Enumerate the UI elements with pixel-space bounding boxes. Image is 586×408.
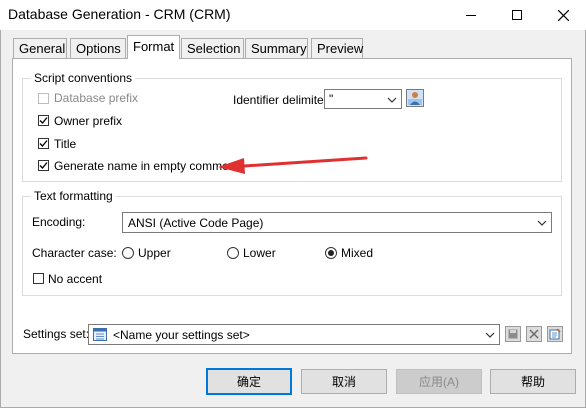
save-settings-button[interactable] [505,326,521,342]
tab-label: Summary [251,41,307,56]
tab-selection[interactable]: Selection [181,38,244,58]
settings-set-label: Settings set: [23,327,90,341]
case-upper-label: Upper [138,246,171,260]
cancel-button-label: 取消 [331,375,356,389]
minimize-button[interactable] [448,0,494,30]
database-prefix-checkbox[interactable] [38,93,49,104]
encoding-label: Encoding: [32,215,86,229]
generate-name-label: Generate name in empty comment [54,159,239,173]
tab-label: Preview [317,41,364,56]
check-icon [39,140,48,147]
minimize-icon [466,14,476,16]
settings-set-select[interactable]: <Name your settings set> [88,324,500,345]
help-button[interactable]: 帮助 [490,369,576,394]
encoding-select[interactable]: ANSI (Active Code Page) [122,212,552,233]
maximize-icon [512,10,522,20]
title-label: Title [54,137,77,151]
tab-label: Options [76,41,121,56]
case-lower-label: Lower [243,246,276,260]
tab-preview[interactable]: Preview [311,38,363,58]
identifier-delimiter-select[interactable]: " [324,89,402,109]
tab-options[interactable]: Options [70,38,126,58]
user-properties-icon [408,92,422,105]
text-formatting-legend: Text formatting [31,189,116,203]
tab-label: General [19,41,66,56]
no-accent-checkbox[interactable] [33,273,44,284]
identifier-delimiter-label: Identifier delimiter: [233,93,332,107]
identifier-delimiter-value: " [329,92,334,106]
encoding-value: ANSI (Active Code Page) [128,216,264,230]
ok-button[interactable]: 确定 [206,368,292,395]
database-prefix-label: Database prefix [54,91,139,105]
script-conventions-legend: Script conventions [31,71,136,85]
apply-button[interactable]: 应用(A) [396,369,482,394]
annotation-arrow-icon [218,156,368,174]
no-accent-label: No accent [48,272,103,286]
delete-icon [529,329,539,339]
generate-name-checkbox[interactable] [38,160,49,171]
tab-summary[interactable]: Summary [245,38,308,58]
owner-prefix-label: Owner prefix [54,114,123,128]
chevron-down-icon [485,332,495,338]
character-case-label: Character case: [32,246,117,260]
check-icon [39,162,48,169]
tab-general[interactable]: General [13,38,67,58]
tab-label: Format [133,39,175,54]
close-button[interactable] [540,0,586,30]
chevron-down-icon [537,220,547,226]
case-mixed-label: Mixed [341,246,374,260]
tab-format[interactable]: Format [127,35,180,59]
owner-prefix-checkbox[interactable] [38,115,49,126]
case-upper-radio[interactable] [122,247,134,259]
chevron-down-icon [387,97,397,103]
edit-settings-icon [549,328,561,340]
cancel-button[interactable]: 取消 [301,369,387,394]
identifier-delimiter-picker-button[interactable] [406,89,424,107]
title-bar[interactable]: Database Generation - CRM (CRM) [0,0,586,30]
help-button-label: 帮助 [520,375,545,389]
apply-button-label: 应用(A) [419,375,459,389]
radio-selected-dot [328,250,334,256]
maximize-button[interactable] [494,0,540,30]
case-mixed-radio[interactable] [325,247,337,259]
close-icon [557,9,569,21]
tab-label: Selection [187,41,241,56]
delete-settings-button[interactable] [526,326,542,342]
ok-button-label: 确定 [236,375,261,389]
settings-set-value: <Name your settings set> [113,328,250,342]
check-icon [39,117,48,124]
title-checkbox[interactable] [38,138,49,149]
save-icon [508,329,518,339]
settings-list-icon [93,328,107,341]
window-title: Database Generation - CRM (CRM) [8,6,231,22]
edit-settings-button[interactable] [547,326,563,342]
case-lower-radio[interactable] [227,247,239,259]
